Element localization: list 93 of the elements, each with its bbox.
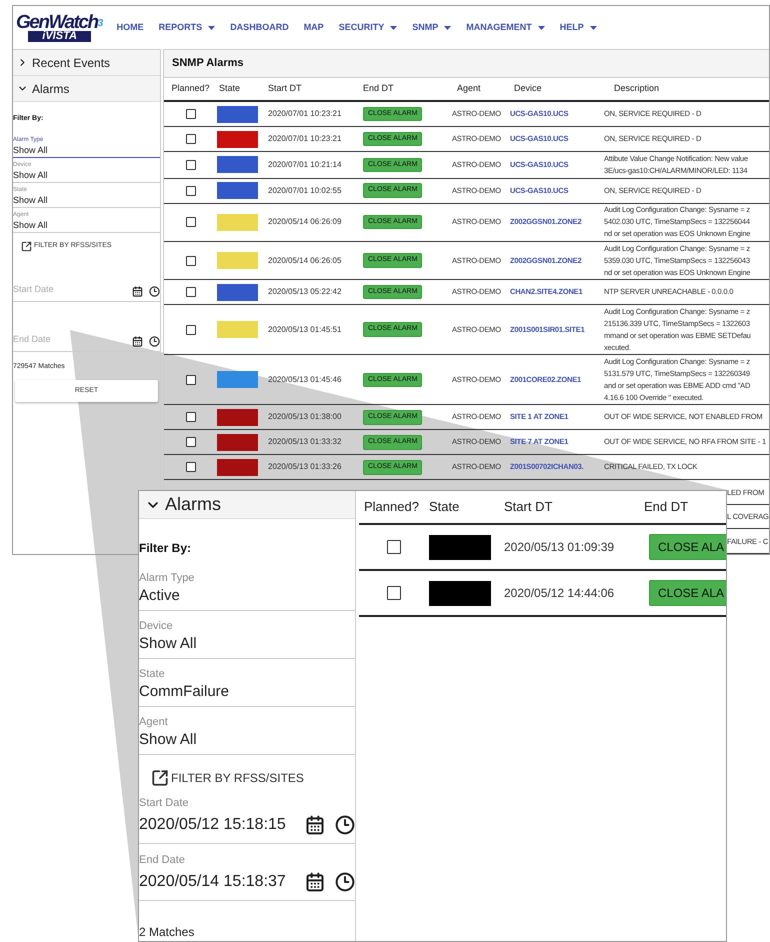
table-cell: 2020/05/13 01:33:32	[268, 437, 342, 446]
filter-link[interactable]: FILTER BY RFSS/SITES	[151, 769, 355, 787]
table-cell: 2020/05/14 06:26:09	[268, 217, 342, 226]
table-cell: 2020/07/01 10:02:55	[268, 186, 342, 195]
column-header: State	[429, 498, 460, 516]
table-cell: 2020/05/13 01:45:46	[268, 374, 342, 384]
table-cell: 2020/05/13 01:38:00	[268, 412, 342, 422]
checkbox[interactable]	[186, 109, 196, 119]
nav-item[interactable]: REPORTS	[151, 20, 223, 34]
filter-heading: Filter By:	[139, 540, 192, 557]
select-field[interactable]: Agent Show All	[139, 707, 355, 755]
table-cell: 2020/05/14 06:26:05	[268, 256, 342, 265]
clock-icon[interactable]	[149, 286, 160, 296]
column-header: Planned?	[170, 82, 211, 96]
column-header: State	[218, 82, 242, 96]
logo-version: 3	[98, 19, 104, 29]
table-cell: 2020/07/01 10:23:21	[268, 134, 342, 143]
checkbox[interactable]	[186, 134, 196, 144]
field-placeholder: Start Date	[13, 283, 55, 296]
accordion-header[interactable]: Recent Events	[13, 50, 160, 76]
checkbox[interactable]	[186, 287, 196, 298]
checkbox[interactable]	[186, 412, 196, 422]
select-field[interactable]: State CommFailure	[139, 659, 355, 707]
field-value: Active	[139, 586, 181, 606]
checkbox[interactable]	[186, 437, 196, 448]
accordion-header[interactable]: Alarms	[13, 76, 160, 102]
field-value: Show All	[13, 194, 49, 206]
field-label: Start Date	[139, 796, 190, 811]
logo-name: GenWatch	[16, 13, 98, 32]
table-cell: 2020/07/01 10:23:21	[268, 109, 342, 118]
column-header: Start DT	[267, 82, 303, 96]
logo-edition: iVISTA	[28, 31, 91, 42]
column-header: Description	[613, 82, 660, 96]
app-logo[interactable]: GenWatch3 iVISTA	[16, 13, 104, 42]
field-label: End Date	[139, 853, 186, 868]
table-cell: 2020/05/12 14:44:06	[504, 586, 614, 600]
field-value: Show All	[13, 218, 49, 230]
field-placeholder: End Date	[13, 333, 52, 346]
column-header: Device	[513, 82, 543, 96]
nav-item[interactable]: MAP	[296, 20, 332, 34]
column-header: Start DT	[503, 498, 554, 516]
external-link-icon	[151, 769, 169, 787]
checkbox[interactable]	[186, 324, 196, 335]
column-header: End DT	[362, 82, 395, 96]
calendar-icon[interactable]	[305, 872, 325, 892]
table-cell: 2020/07/01 10:21:14	[268, 160, 342, 169]
select-field[interactable]: Alarm Type Active	[139, 563, 355, 611]
clock-icon[interactable]	[149, 336, 160, 346]
field-value: 2020/05/12 15:18:15	[139, 815, 287, 835]
column-header: Planned?	[363, 498, 420, 516]
nav-item[interactable]: SECURITY	[331, 20, 405, 34]
select-field[interactable]: Device Show All	[139, 611, 355, 659]
field-label: Agent	[139, 715, 169, 729]
field-value: 2020/05/14 15:18:37	[139, 872, 287, 892]
accordion-header[interactable]: Alarms	[139, 491, 355, 519]
field-value: Show All	[13, 168, 49, 180]
nav-item[interactable]: SNMP	[404, 20, 459, 34]
checkbox[interactable]	[186, 256, 196, 266]
nav-item[interactable]: HOME	[109, 20, 152, 34]
table-cell: 2020/05/13 05:22:42	[268, 287, 342, 296]
clock-icon[interactable]	[335, 872, 355, 892]
column-header: Agent	[456, 82, 482, 96]
panel-title: SNMP Alarms	[172, 56, 244, 72]
close-alarm-button[interactable]: CLOSE ALA	[649, 580, 726, 606]
date-field[interactable]: Start Date 2020/05/12 15:18:15	[139, 787, 355, 844]
field-value: Show All	[13, 144, 49, 156]
calendar-icon[interactable]	[132, 286, 143, 296]
calendar-icon[interactable]	[132, 336, 143, 346]
external-link-icon	[21, 240, 32, 252]
nav-item[interactable]: HELP	[552, 20, 604, 34]
calendar-icon[interactable]	[305, 815, 325, 835]
column-header: End DT	[643, 498, 690, 516]
clock-icon[interactable]	[335, 815, 355, 835]
checkbox[interactable]	[186, 186, 196, 196]
checkbox[interactable]	[387, 586, 401, 600]
field-label: State	[139, 667, 166, 681]
field-label: Alarm Type	[139, 571, 196, 585]
field-label: Device	[139, 619, 174, 633]
nav-item[interactable]: MANAGEMENT	[458, 20, 552, 34]
field-value: Show All	[139, 634, 198, 654]
close-alarm-button[interactable]: CLOSE ALA	[649, 534, 726, 560]
checkbox[interactable]	[186, 160, 196, 170]
field-value: Show All	[139, 730, 198, 750]
table-cell: 2020/05/13 01:09:39	[504, 540, 614, 554]
checkbox[interactable]	[186, 217, 196, 228]
match-count: 2 Matches	[139, 924, 196, 941]
checkbox[interactable]	[186, 462, 196, 472]
table-cell: 2020/05/13 01:33:26	[268, 462, 342, 472]
date-field[interactable]: End Date 2020/05/14 15:18:37	[139, 844, 355, 901]
field-value: CommFailure	[139, 682, 230, 702]
nav-item[interactable]: DASHBOARD	[222, 20, 296, 34]
checkbox[interactable]	[387, 540, 401, 554]
table-cell: 2020/05/13 01:45:51	[268, 324, 342, 334]
